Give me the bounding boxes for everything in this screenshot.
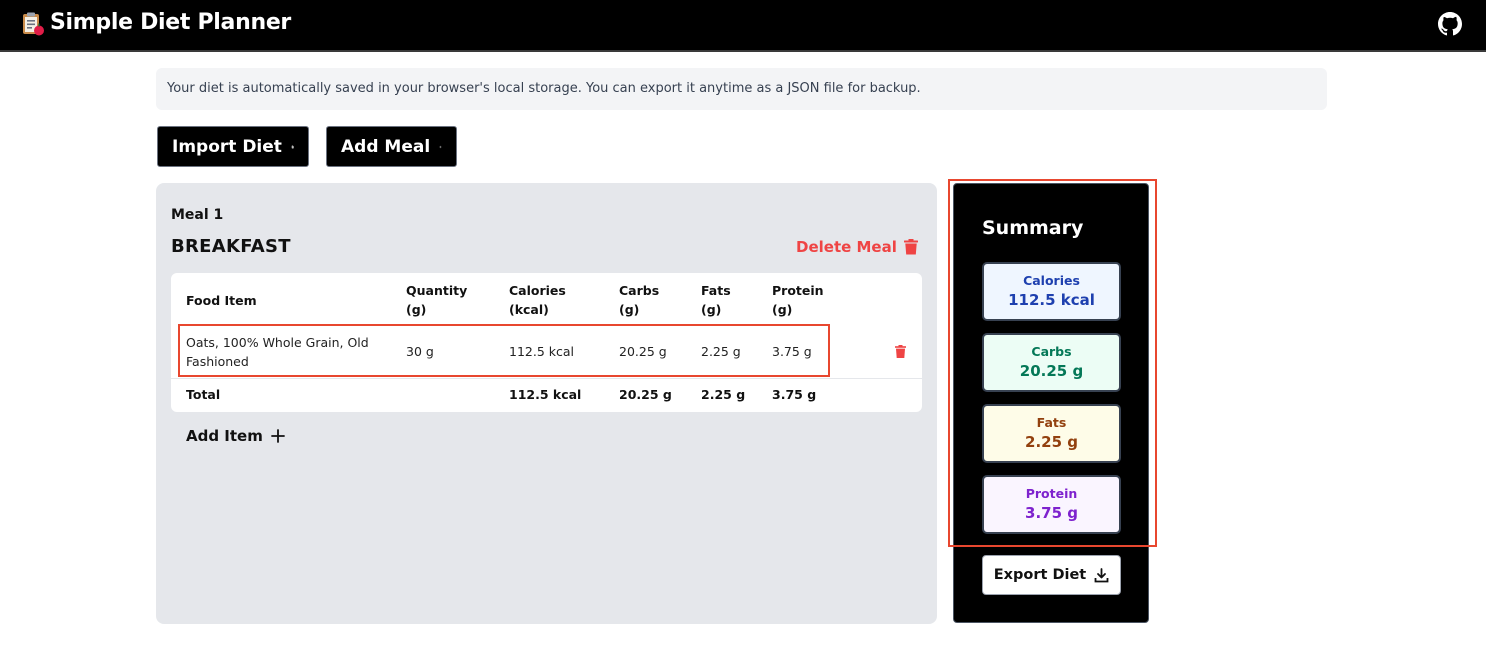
row-divider [171, 378, 922, 379]
export-diet-label: Export Diet [993, 567, 1087, 583]
total-protein: 3.75 g [772, 387, 817, 402]
delete-item-trash-icon[interactable] [895, 345, 906, 358]
column-header-protein: Protein (g) [772, 283, 824, 317]
add-item-button[interactable]: Add Item [186, 427, 285, 445]
calories-stat-value: 112.5 kcal [1008, 291, 1095, 309]
plus-icon [439, 145, 442, 148]
export-diet-button[interactable]: Export Diet [982, 555, 1121, 595]
trash-icon [903, 239, 918, 255]
calories-stat-card: Calories 112.5 kcal [982, 262, 1121, 321]
protein-stat-value: 3.75 g [1025, 504, 1078, 522]
column-header-fats: Fats (g) [701, 283, 731, 317]
carbs-stat-label: Carbs [1031, 344, 1072, 359]
total-carbs: 20.25 g [619, 387, 672, 402]
column-header-food: Food Item [186, 293, 257, 308]
file-import-icon [290, 145, 294, 148]
summary-title: Summary [982, 217, 1084, 239]
add-meal-label: Add Meal [341, 136, 431, 157]
total-fats: 2.25 g [701, 387, 746, 402]
import-diet-button[interactable]: Import Diet [157, 126, 309, 167]
add-item-label: Add Item [186, 427, 263, 445]
meal-number-label: Meal 1 [171, 207, 224, 223]
fats-stat-value: 2.25 g [1025, 433, 1078, 451]
total-calories: 112.5 kcal [509, 387, 582, 402]
meal-name[interactable]: BREAKFAST [171, 236, 291, 257]
column-header-quantity: Quantity (g) [406, 283, 468, 317]
autosave-info-banner: Your diet is automatically saved in your… [156, 68, 1327, 110]
column-header-calories: Calories (kcal) [509, 283, 566, 317]
top-navbar: Simple Diet Planner [0, 0, 1486, 52]
protein-stat-card: Protein 3.75 g [982, 475, 1121, 534]
import-diet-label: Import Diet [172, 136, 282, 157]
fats-stat-label: Fats [1036, 415, 1067, 430]
app-title: Simple Diet Planner [50, 10, 291, 35]
calories-stat-label: Calories [1023, 273, 1080, 288]
summary-panel: Summary Calories 112.5 kcal Carbs 20.25 … [953, 183, 1149, 623]
download-icon [1094, 567, 1109, 582]
carbs-stat-value: 20.25 g [1019, 362, 1084, 380]
add-meal-button[interactable]: Add Meal [326, 126, 457, 167]
meal-items-table: Food Item Quantity (g) Calories (kcal) Car… [171, 273, 922, 412]
delete-meal-button[interactable]: Delete Meal [796, 238, 918, 256]
github-icon[interactable] [1438, 12, 1462, 36]
carbs-stat-card: Carbs 20.25 g [982, 333, 1121, 392]
meal-card: Meal 1 BREAKFAST Delete Meal Food Item Q… [156, 183, 937, 624]
column-header-carbs: Carbs (g) [619, 283, 660, 317]
plus-icon [270, 429, 285, 443]
delete-meal-label: Delete Meal [796, 238, 897, 256]
fats-stat-card: Fats 2.25 g [982, 404, 1121, 463]
protein-stat-label: Protein [1025, 486, 1078, 501]
total-label: Total [186, 387, 221, 402]
clipboard-apple-icon [23, 12, 44, 36]
selected-row-highlight [178, 324, 830, 377]
